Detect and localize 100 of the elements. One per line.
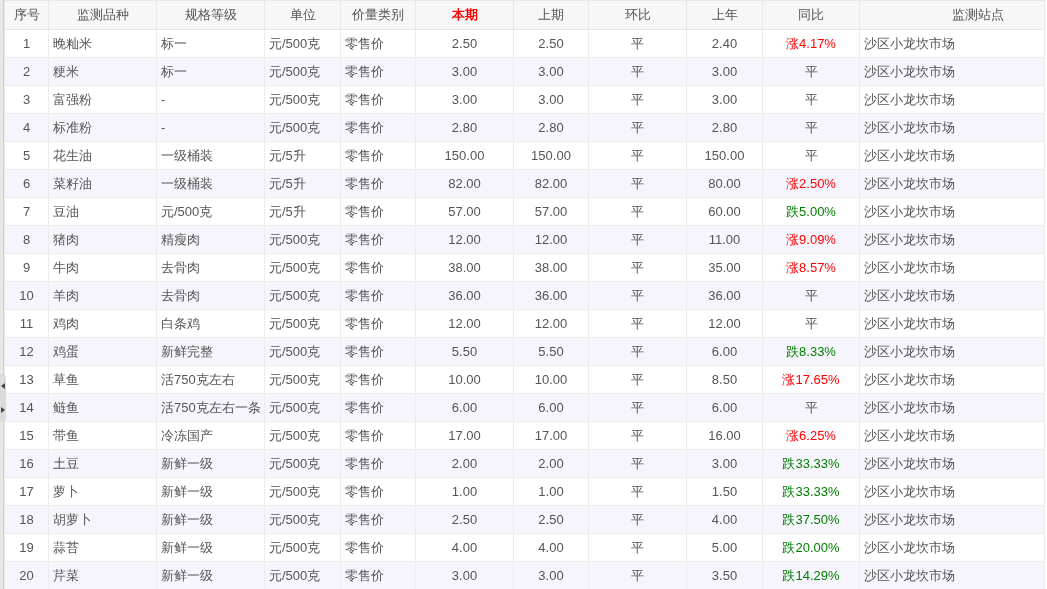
table-cell: 3.00 — [686, 449, 763, 478]
table-cell: 3 — [4, 85, 49, 114]
column-header[interactable]: 价量类别 — [340, 0, 416, 30]
column-header[interactable]: 序号 — [4, 0, 49, 30]
table-cell: 平 — [588, 169, 687, 198]
column-header[interactable]: 本期 — [415, 0, 514, 30]
table-cell: 零售价 — [340, 505, 416, 534]
table-cell: 平 — [588, 225, 687, 254]
table-cell: 1.50 — [686, 477, 763, 506]
table-cell: 沙区小龙坎市场 — [859, 197, 1045, 226]
table-cell: 涨2.50% — [762, 169, 860, 198]
table-cell: 花生油 — [48, 141, 157, 170]
table-cell: 零售价 — [340, 253, 416, 282]
column-header[interactable]: 监测站点 — [859, 0, 1045, 30]
table-cell: 12.00 — [513, 225, 589, 254]
table-cell: 元/500克 — [264, 225, 341, 254]
table-cell: 平 — [588, 57, 687, 86]
table-cell: 平 — [762, 113, 860, 142]
table-cell: 牛肉 — [48, 253, 157, 282]
table-cell: 沙区小龙坎市场 — [859, 253, 1045, 282]
column-header[interactable]: 规格等级 — [156, 0, 265, 30]
table-cell: 16.00 — [686, 421, 763, 450]
table-cell: 8.50 — [686, 365, 763, 394]
table-cell: 冷冻国产 — [156, 421, 265, 450]
table-cell: 沙区小龙坎市场 — [859, 29, 1045, 58]
table-cell: 元/5升 — [264, 141, 341, 170]
table-cell: 80.00 — [686, 169, 763, 198]
table-cell: 150.00 — [686, 141, 763, 170]
table-cell: 沙区小龙坎市场 — [859, 85, 1045, 114]
table-cell: 沙区小龙坎市场 — [859, 337, 1045, 366]
table-cell: 沙区小龙坎市场 — [859, 533, 1045, 562]
table-cell: 新鲜一级 — [156, 505, 265, 534]
table-cell: 沙区小龙坎市场 — [859, 421, 1045, 450]
table-cell: 零售价 — [340, 29, 416, 58]
table-cell: 1.00 — [415, 477, 514, 506]
table-cell: 精瘦肉 — [156, 225, 265, 254]
table-cell: 3.00 — [513, 85, 589, 114]
table-cell: 1 — [4, 29, 49, 58]
column-header[interactable]: 同比 — [762, 0, 860, 30]
table-cell: 带鱼 — [48, 421, 157, 450]
table-cell: 活750克左右 — [156, 365, 265, 394]
table-cell: 平 — [588, 141, 687, 170]
table-cell: 12.00 — [415, 309, 514, 338]
table-cell: 12.00 — [415, 225, 514, 254]
column-header[interactable]: 上期 — [513, 0, 589, 30]
table-cell: 标准粉 — [48, 113, 157, 142]
table-cell: 6.00 — [686, 337, 763, 366]
table-cell: 150.00 — [415, 141, 514, 170]
table-cell: 平 — [762, 57, 860, 86]
table-cell: 18 — [4, 505, 49, 534]
table-cell: 2.40 — [686, 29, 763, 58]
column-header[interactable]: 监测品种 — [48, 0, 157, 30]
collapse-handle[interactable] — [0, 374, 6, 422]
table-cell: 平 — [762, 85, 860, 114]
table-cell: 跌37.50% — [762, 505, 860, 534]
table-cell: 土豆 — [48, 449, 157, 478]
table-cell: 涨6.25% — [762, 421, 860, 450]
table-cell: 平 — [588, 309, 687, 338]
table-cell: 平 — [588, 449, 687, 478]
column-header[interactable]: 单位 — [264, 0, 341, 30]
table-cell: 一级桶装 — [156, 141, 265, 170]
table-cell: 11 — [4, 309, 49, 338]
table-cell: 元/500克 — [264, 421, 341, 450]
table-cell: 新鲜一级 — [156, 533, 265, 562]
left-arrow-icon — [1, 383, 5, 389]
table-cell: 5.50 — [513, 337, 589, 366]
table-cell: 一级桶装 — [156, 169, 265, 198]
table-cell: 2 — [4, 57, 49, 86]
table-cell: 平 — [762, 281, 860, 310]
table-cell: 16 — [4, 449, 49, 478]
table-cell: 跌33.33% — [762, 477, 860, 506]
table-cell: 元/500克 — [264, 85, 341, 114]
table-cell: 标一 — [156, 29, 265, 58]
table-cell: 零售价 — [340, 421, 416, 450]
table-cell: 36.00 — [415, 281, 514, 310]
table-cell: 6 — [4, 169, 49, 198]
table-cell: 平 — [588, 505, 687, 534]
table-cell: 36.00 — [513, 281, 589, 310]
column-header[interactable]: 环比 — [588, 0, 687, 30]
table-cell: 6.00 — [415, 393, 514, 422]
table-cell: 跌20.00% — [762, 533, 860, 562]
column-header[interactable]: 上年 — [686, 0, 763, 30]
table-cell: - — [156, 85, 265, 114]
table-cell: 去骨肉 — [156, 281, 265, 310]
table-cell: 82.00 — [513, 169, 589, 198]
table-cell: 3.00 — [513, 57, 589, 86]
table-cell: 零售价 — [340, 337, 416, 366]
table-cell: 富强粉 — [48, 85, 157, 114]
table-cell: 5 — [4, 141, 49, 170]
table-cell: 零售价 — [340, 197, 416, 226]
table-cell: 12.00 — [686, 309, 763, 338]
table-cell: 元/5升 — [264, 197, 341, 226]
table-cell: 羊肉 — [48, 281, 157, 310]
table-cell: 平 — [588, 253, 687, 282]
table-cell: 20 — [4, 561, 49, 589]
table-cell: 沙区小龙坎市场 — [859, 113, 1045, 142]
table-cell: 新鲜完整 — [156, 337, 265, 366]
table-cell: 60.00 — [686, 197, 763, 226]
table-cell: 57.00 — [513, 197, 589, 226]
table-cell: 沙区小龙坎市场 — [859, 393, 1045, 422]
